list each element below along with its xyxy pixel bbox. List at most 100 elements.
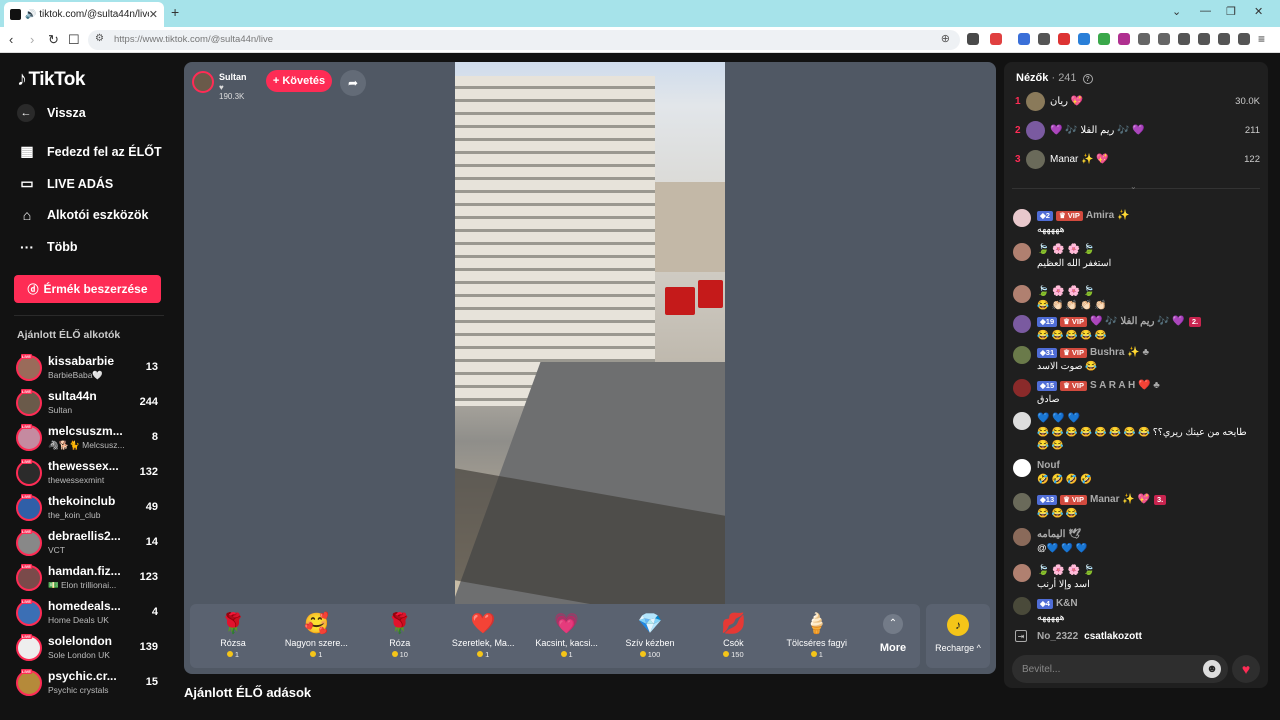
chat-header: Nouf [1037,460,1064,471]
help-icon[interactable]: ? [1082,74,1093,84]
forward-arrow-icon[interactable]: › [30,32,34,47]
gift-item[interactable]: 💎 Szív kézben 100 [611,610,689,666]
join-user[interactable]: No_2322 [1037,631,1078,642]
ublock-extension-icon[interactable] [1118,33,1130,45]
more-gifts-button[interactable]: ⌃ More [868,610,918,654]
nav-live-stream[interactable]: ▭ LIVE ADÁS [17,175,113,192]
chat-username[interactable]: 🍃 🌸 🌸 🍃 [1037,286,1095,297]
bookmark-icon[interactable]: ☐ [68,32,80,48]
chevrons-down-icon[interactable]: ⌄ [1130,182,1137,191]
creator-subtitle: Sultan [48,405,73,415]
brave-rewards-icon[interactable] [990,33,1002,45]
maximize-icon[interactable]: ❐ [1226,5,1236,18]
chat-avatar[interactable] [1013,209,1031,227]
zoom-icon[interactable]: ⊕ [941,32,950,45]
creator-item[interactable]: LIVE thewessex... thewessexmint 132 [16,457,162,489]
creator-item[interactable]: LIVE hamdan.fiz... 💵 Elon trillionai... 123 [16,562,162,594]
chat-avatar[interactable] [1013,243,1031,261]
extensions-icon[interactable] [1158,33,1170,45]
chat-input[interactable] [1012,655,1228,683]
puzzle-extension-icon[interactable] [1138,33,1150,45]
reload-icon[interactable]: ↻ [48,32,59,48]
gift-item[interactable]: 🥰 Nagyon szere... 1 [277,610,355,666]
wallet-icon[interactable] [1198,33,1210,45]
creator-item[interactable]: LIVE thekoinclub the_koin_club 49 [16,492,162,524]
creator-item[interactable]: LIVE melcsuszm... 🦓🐕🐈 Melcsusz... 8 [16,422,162,454]
leo-ai-icon[interactable] [1218,33,1230,45]
hls-extension-icon[interactable] [1058,33,1070,45]
gift-item[interactable]: 🌹 Rózsa 1 [194,610,272,666]
share-icon[interactable]: ➦ [340,70,366,96]
chat-avatar[interactable] [1013,459,1031,477]
tab-search-icon[interactable]: ⌄ [1172,5,1181,18]
gift-item[interactable]: ❤️ Szeretlek, Ma... 1 [444,610,522,666]
chat-username[interactable]: S A R A H ❤️ ♣ [1090,380,1160,391]
back-arrow-icon[interactable]: ‹ [9,32,13,47]
nav-more[interactable]: ··· Több [17,239,78,255]
chat-username[interactable]: Amira ✨ [1086,210,1130,221]
recharge-button[interactable]: ♪ Recharge ^ [926,604,990,668]
gift-item[interactable]: 🌹 Róza 10 [361,610,439,666]
vip-badge: ♛ VIP [1060,316,1088,327]
nav-explore-live[interactable]: ▦ Fedezd fel az ÉLŐT [17,143,161,160]
minimize-icon[interactable]: — [1200,5,1211,17]
new-tab-button[interactable]: + [171,4,179,20]
streamer-avatar[interactable] [192,71,214,93]
chat-username[interactable]: 🍃 🌸 🌸 🍃 [1037,244,1095,255]
vpn-icon[interactable] [1238,33,1250,45]
chat-username[interactable]: 🍃 🌸 🌸 🍃 [1037,565,1095,576]
sidebar-toggle-icon[interactable] [1178,33,1190,45]
top-viewer-row[interactable]: 3 Manar ✨ 💖 122 [1015,150,1260,172]
chat-username[interactable]: 💙 💙 💙 [1037,413,1080,424]
chat-avatar[interactable] [1013,285,1031,303]
tiktok-logo[interactable]: ♪ TikTok [17,68,85,91]
chat-avatar[interactable] [1013,346,1031,364]
creator-item[interactable]: LIVE homedeals... Home Deals UK 4 [16,597,162,629]
chat-username[interactable]: 💜 🎶 ريم الفلا 🎶 💜 [1090,316,1185,327]
site-settings-icon[interactable]: ⚙ [95,33,104,44]
url-bar[interactable]: ⚙ https://www.tiktok.com/@sulta44n/live … [88,30,960,50]
chat-avatar[interactable] [1013,315,1031,333]
top-viewer-row[interactable]: 1 ريان 💖 30.0K [1015,92,1260,114]
speaker-icon[interactable]: 🔊 [25,9,36,20]
chat-username[interactable]: K&N [1056,598,1078,609]
browser-tab[interactable]: 🔊 tiktok.com/@sulta44n/live ✕ [4,2,164,27]
chat-avatar[interactable] [1013,379,1031,397]
creator-item[interactable]: LIVE psychic.cr... Psychic crystals 15 [16,667,162,699]
emoji-icon[interactable]: ☻ [1203,660,1221,678]
tab-close-icon[interactable]: ✕ [149,8,158,21]
creator-item[interactable]: LIVE kissabarbie BarbieBaba🤍 13 [16,352,162,384]
gift-item[interactable]: 💗 Kacsint, kacsi... 1 [528,610,606,666]
nav-creator-tools[interactable]: ⌂ Alkotói eszközök [17,207,149,223]
chat-username[interactable]: اليمامه 🕊 [1037,529,1081,540]
chat-avatar[interactable] [1013,412,1031,430]
gift-item[interactable]: 🍦 Tölcséres fagyi 1 [778,610,856,666]
browser-menu-icon[interactable]: ≡ [1258,32,1265,46]
chat-username[interactable]: Nouf [1037,460,1060,471]
heart-icon[interactable]: ♥ [1232,655,1260,683]
globe-extension-icon[interactable] [1078,33,1090,45]
chat-avatar[interactable] [1013,528,1031,546]
back-button[interactable]: ← Vissza [17,104,86,122]
chat-avatar[interactable] [1013,564,1031,582]
creator-subtitle: thewessexmint [48,475,105,485]
gift-price: 100 [611,650,689,659]
creator-item[interactable]: LIVE debraellis2... VCT 14 [16,527,162,559]
live-video[interactable] [455,62,725,604]
window-close-icon[interactable]: ✕ [1254,5,1263,18]
streamer-info[interactable]: Sultan ♥ 190.3K [192,70,247,101]
top-viewer-row[interactable]: 2 💜 🎶 ريم الفلا 🎶 💜 211 [1015,121,1260,143]
chat-username[interactable]: Bushra ✨ ♣ [1090,347,1149,358]
tools-extension-icon[interactable] [1038,33,1050,45]
creator-item[interactable]: LIVE solelondon Sole London UK 139 [16,632,162,664]
translate-extension-icon[interactable] [1018,33,1030,45]
follow-button[interactable]: + Követés [266,70,332,92]
chat-username[interactable]: Manar ✨ 💖 [1090,494,1150,505]
chat-avatar[interactable] [1013,597,1031,615]
creator-item[interactable]: LIVE sulta44n Sultan 244 [16,387,162,419]
gift-item[interactable]: 💋 Csók 150 [694,610,772,666]
get-coins-button[interactable]: ⓓ Érmék beszerzése [14,275,161,303]
brave-shield-icon[interactable] [967,33,979,45]
colorful-extension-icon[interactable] [1098,33,1110,45]
chat-avatar[interactable] [1013,493,1031,511]
